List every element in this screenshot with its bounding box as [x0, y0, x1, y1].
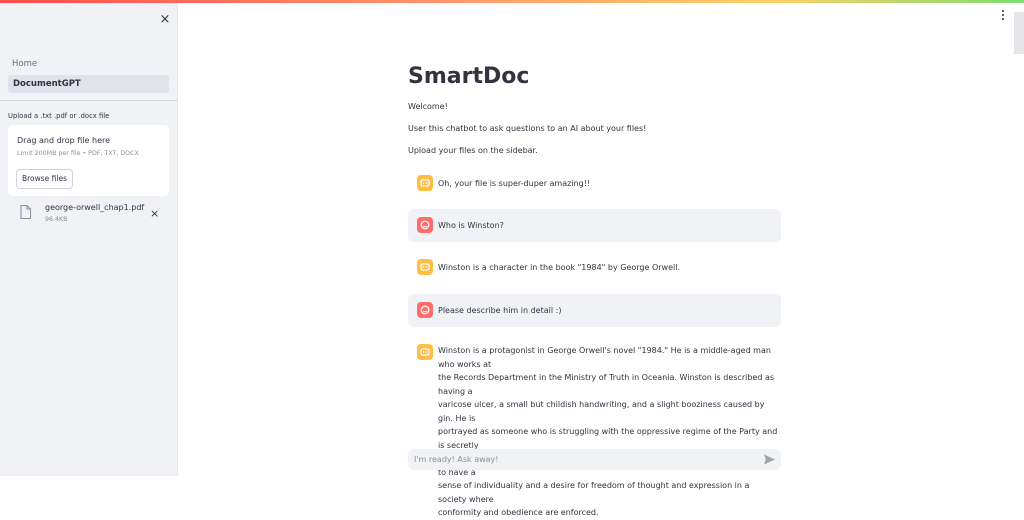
chat-message-text: Winston is a character in the book "1984… — [438, 263, 680, 272]
chat-message-bot: Oh, your file is super-duper amazing!! — [408, 168, 781, 199]
bot-avatar-icon — [417, 175, 433, 191]
page-title: SmartDoc — [408, 64, 530, 89]
bot-avatar-icon — [417, 344, 433, 360]
chat-message-line: sense of individuality and a desire for … — [438, 481, 750, 504]
chat-message-text: Please describe him in detail :) — [438, 306, 562, 315]
intro-instructions: User this chatbot to ask questions to an… — [408, 124, 647, 133]
chat-message-line: varicose ulcer, a small but childish han… — [438, 400, 765, 423]
user-avatar-icon — [417, 217, 433, 233]
close-sidebar-icon[interactable]: × — [158, 13, 172, 27]
browse-files-button[interactable]: Browse files — [16, 169, 73, 189]
chat-message-line: conformity and obedience are enforced. — [438, 508, 599, 517]
scrollbar[interactable] — [1014, 12, 1024, 54]
chat-message-line: portrayed as someone who is struggling w… — [438, 427, 778, 450]
chat-input[interactable] — [414, 452, 754, 467]
file-size: 96.4KB — [45, 216, 68, 223]
intro-welcome: Welcome! — [408, 102, 448, 111]
nav-item-documentgpt[interactable]: DocumentGPT — [8, 75, 169, 93]
file-name: george-orwell_chap1.pdf — [45, 203, 145, 212]
chat-message-text: Winston is a protagonist in George Orwel… — [438, 344, 778, 520]
file-dropzone[interactable]: Drag and drop file here Limit 200MB per … — [8, 125, 169, 196]
sidebar: × Home DocumentGPT Upload a .txt .pdf or… — [0, 3, 178, 476]
file-icon — [20, 205, 31, 219]
user-avatar-icon — [417, 302, 433, 318]
bot-avatar-icon — [417, 259, 433, 275]
chat-message-bot: Winston is a protagonist in George Orwel… — [408, 337, 781, 517]
chat-message-text: Who is Winston? — [438, 221, 504, 230]
chat-input-bar — [408, 449, 781, 470]
remove-file-icon[interactable]: × — [150, 208, 159, 219]
chat-message-line: the Records Department in the Ministry o… — [438, 373, 775, 396]
send-icon[interactable] — [763, 453, 776, 466]
dropzone-limit: Limit 200MB per file • PDF, TXT, DOCX — [17, 150, 139, 157]
chat-message-line: Winston is a protagonist in George Orwel… — [438, 346, 771, 369]
intro-upload-hint: Upload your files on the sidebar. — [408, 146, 538, 155]
kebab-menu-icon[interactable] — [999, 10, 1007, 22]
upload-label: Upload a .txt .pdf or .docx file — [8, 112, 110, 120]
chat-message-text: Oh, your file is super-duper amazing!! — [438, 179, 591, 188]
chat-message-user: Who is Winston? — [408, 209, 781, 242]
dropzone-title: Drag and drop file here — [17, 136, 111, 145]
sidebar-divider — [0, 100, 178, 101]
chat-message-user: Please describe him in detail :) — [408, 294, 781, 327]
nav-item-home[interactable]: Home — [12, 59, 37, 69]
chat-message-bot: Winston is a character in the book "1984… — [408, 252, 781, 283]
uploaded-file: george-orwell_chap1.pdf 96.4KB × — [8, 201, 169, 229]
